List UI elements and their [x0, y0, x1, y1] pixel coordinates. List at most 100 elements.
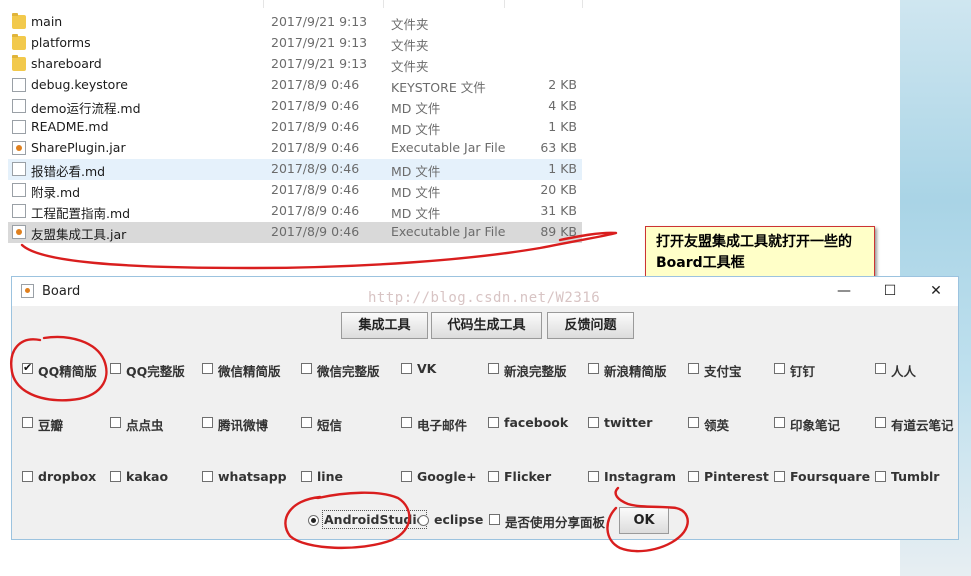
file-size: 1 KB — [548, 119, 577, 134]
file-row[interactable]: demo运行流程.md 2017/8/9 0:46 MD 文件 4 KB — [8, 96, 582, 117]
checkbox-box[interactable] — [488, 417, 499, 428]
file-icon — [12, 78, 26, 92]
checkbox-box[interactable] — [875, 471, 886, 482]
platform-label: 新浪精简版 — [604, 364, 667, 379]
file-type: MD 文件 — [391, 206, 441, 221]
checkbox-box[interactable] — [202, 417, 213, 428]
integrate-tool-button[interactable]: 集成工具 — [341, 312, 428, 339]
file-date: 2017/8/9 0:46 — [271, 224, 360, 239]
file-name: README.md — [31, 119, 109, 134]
checkbox-box[interactable] — [774, 417, 785, 428]
checkbox-box[interactable] — [688, 363, 699, 374]
platform-label: Google+ — [417, 469, 477, 484]
window-titlebar[interactable]: Board http://blog.csdn.net/W2316 — ☐ ✕ — [12, 277, 958, 306]
platform-label: 豆瓣 — [38, 418, 64, 433]
checkbox-box[interactable] — [774, 471, 785, 482]
platform-label: QQ精简版 — [38, 364, 97, 379]
file-name: 报错必看.md — [31, 164, 106, 179]
file-size: 2 KB — [548, 77, 577, 92]
file-date: 2017/8/9 0:46 — [271, 161, 360, 176]
checkbox-box[interactable] — [301, 417, 312, 428]
file-row[interactable]: platforms 2017/9/21 9:13 文件夹 — [8, 33, 582, 54]
file-size: 4 KB — [548, 98, 577, 113]
file-row[interactable]: shareboard 2017/9/21 9:13 文件夹 — [8, 54, 582, 75]
checkbox-box[interactable] — [588, 417, 599, 428]
maximize-button[interactable]: ☐ — [867, 277, 913, 306]
file-type: MD 文件 — [391, 164, 441, 179]
checkbox-box[interactable] — [588, 471, 599, 482]
checkbox-box[interactable] — [774, 363, 785, 374]
file-row[interactable]: 附录.md 2017/8/9 0:46 MD 文件 20 KB — [8, 180, 582, 201]
checkbox-box[interactable] — [22, 417, 33, 428]
file-date: 2017/8/9 0:46 — [271, 98, 360, 113]
file-row[interactable]: README.md 2017/8/9 0:46 MD 文件 1 KB — [8, 117, 582, 138]
checkbox-box[interactable] — [401, 417, 412, 428]
checkbox-box[interactable] — [22, 471, 33, 482]
checkbox-box[interactable] — [588, 363, 599, 374]
file-icon — [12, 204, 26, 218]
checkbox-box[interactable] — [22, 361, 33, 374]
checkbox-box[interactable] — [875, 417, 886, 428]
checkbox-box[interactable] — [688, 471, 699, 482]
checkbox-box[interactable] — [401, 471, 412, 482]
column-divider — [504, 0, 505, 8]
file-type: MD 文件 — [391, 185, 441, 200]
eclipse-label[interactable]: eclipse — [434, 512, 483, 527]
file-icon — [12, 120, 26, 134]
file-row[interactable]: 报错必看.md 2017/8/9 0:46 MD 文件 1 KB — [8, 159, 582, 180]
eclipse-radio[interactable] — [418, 515, 429, 526]
platform-label: 领英 — [704, 418, 730, 433]
file-size: 63 KB — [540, 140, 577, 155]
checkbox-box[interactable] — [110, 471, 121, 482]
platform-label: facebook — [504, 415, 569, 430]
checkbox-box[interactable] — [301, 363, 312, 374]
minimize-button[interactable]: — — [821, 277, 867, 306]
platform-label: 短信 — [317, 418, 343, 433]
annotation-callout: 打开友盟集成工具就打开一些的Board工具框 — [645, 226, 875, 280]
close-button[interactable]: ✕ — [913, 277, 959, 306]
column-divider — [383, 0, 384, 8]
checkbox-box[interactable] — [110, 363, 121, 374]
file-row[interactable]: main 2017/9/21 9:13 文件夹 — [8, 12, 582, 33]
feedback-button[interactable]: 反馈问题 — [547, 312, 634, 339]
file-row[interactable]: 友盟集成工具.jar 2017/8/9 0:46 Executable Jar Fi… — [8, 222, 582, 243]
checkbox-box[interactable] — [401, 363, 412, 374]
ok-button[interactable]: OK — [619, 507, 669, 534]
file-row[interactable]: SharePlugin.jar 2017/8/9 0:46 Executable J… — [8, 138, 582, 159]
checkbox-box[interactable] — [688, 417, 699, 428]
file-type: 文件夹 — [391, 17, 429, 32]
file-type: MD 文件 — [391, 122, 441, 137]
checkbox-box[interactable] — [488, 363, 499, 374]
file-icon — [12, 183, 26, 197]
codegen-tool-button[interactable]: 代码生成工具 — [431, 312, 542, 339]
file-name: SharePlugin.jar — [31, 140, 126, 155]
platform-label: Flicker — [504, 469, 552, 484]
checkbox-box[interactable] — [489, 514, 500, 525]
file-icon — [12, 99, 26, 113]
file-name: 工程配置指南.md — [31, 206, 131, 221]
checkbox-box[interactable] — [875, 363, 886, 374]
platform-label: 微信完整版 — [317, 364, 380, 379]
file-date: 2017/9/21 9:13 — [271, 56, 368, 71]
file-row[interactable]: 工程配置指南.md 2017/8/9 0:46 MD 文件 31 KB — [8, 201, 582, 222]
file-size: 20 KB — [540, 182, 577, 197]
checkbox-box[interactable] — [110, 417, 121, 428]
checkbox-box[interactable] — [301, 471, 312, 482]
file-name: demo运行流程.md — [31, 101, 141, 116]
file-date: 2017/8/9 0:46 — [271, 77, 360, 92]
file-date: 2017/9/21 9:13 — [271, 35, 368, 50]
checkbox-box[interactable] — [202, 363, 213, 374]
androidstudio-radio[interactable] — [308, 515, 319, 526]
checkbox-box[interactable] — [488, 471, 499, 482]
platform-label: dropbox — [38, 469, 97, 484]
androidstudio-label[interactable]: AndroidStudio — [321, 510, 428, 529]
checkbox-box[interactable] — [202, 471, 213, 482]
file-name: main — [31, 14, 63, 29]
file-type: KEYSTORE 文件 — [391, 80, 486, 95]
platform-label: 新浪完整版 — [504, 364, 567, 379]
java-app-icon — [21, 284, 34, 298]
platform-label: QQ完整版 — [126, 364, 185, 379]
folder-icon — [12, 13, 26, 29]
file-row[interactable]: debug.keystore 2017/8/9 0:46 KEYSTORE 文件 2 … — [8, 75, 582, 96]
file-type: Executable Jar File — [391, 224, 506, 239]
